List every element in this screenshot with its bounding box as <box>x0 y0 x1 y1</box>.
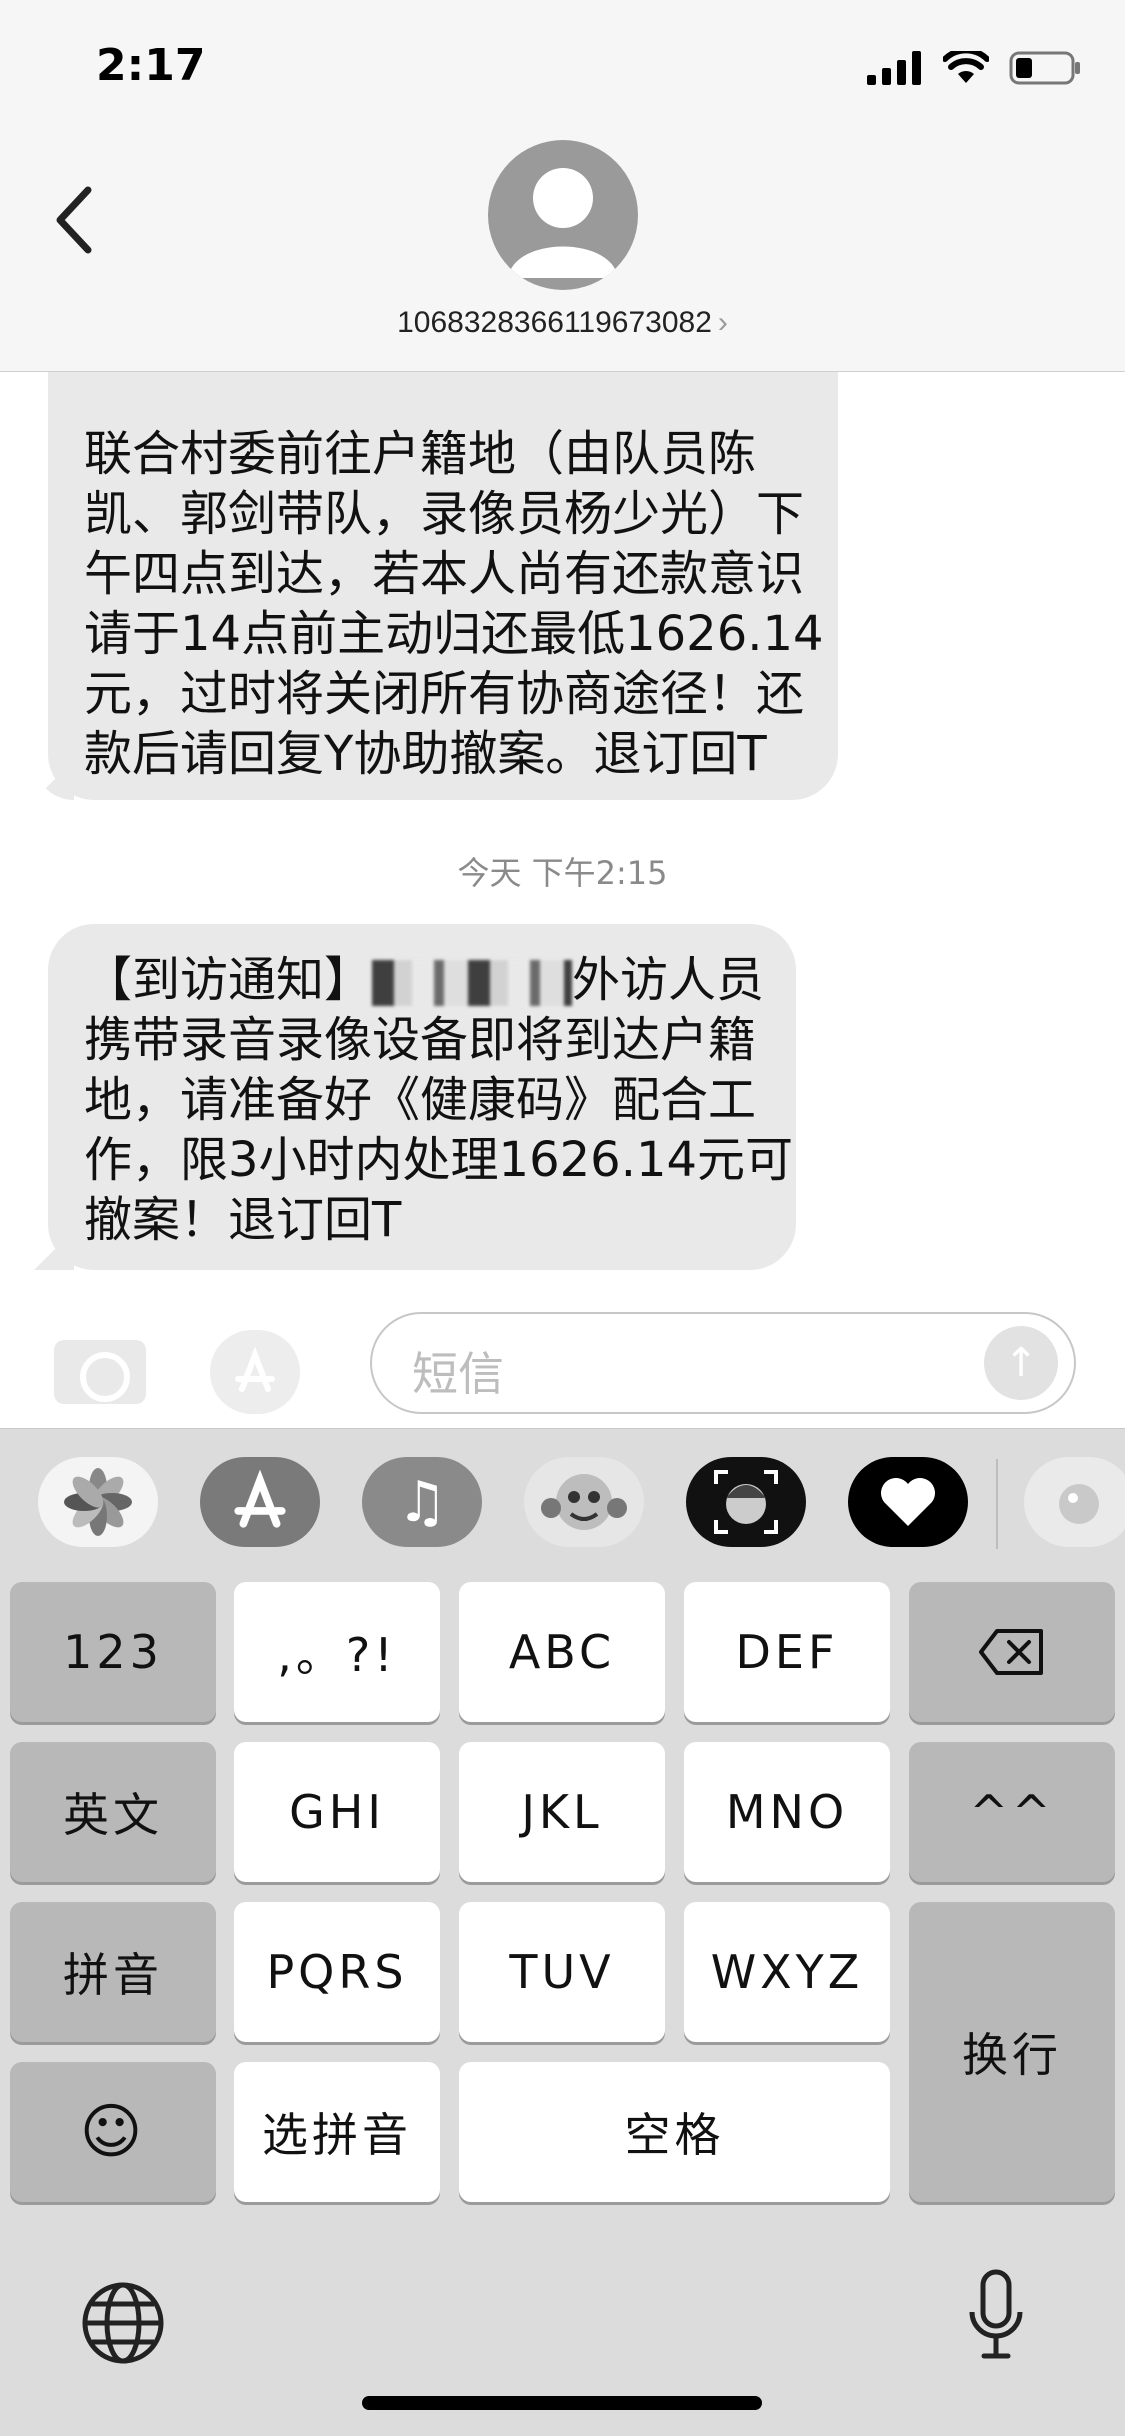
message-timestamp: 今天 下午2:15 <box>457 854 668 892</box>
status-bar: 2:17 <box>0 0 1125 140</box>
key-ghi[interactable]: GHI <box>234 1742 440 1882</box>
home-indicator[interactable] <box>362 2396 762 2410</box>
key-mno[interactable]: MNO <box>684 1742 890 1882</box>
keyboard: ♫ 123 ,。?! ABC DEF 英文 GHI JKL MNO ^^ 拼音 … <box>0 1428 1125 2436</box>
message-bubble[interactable]: 联合村委前往户籍地（由队员陈凯、郭剑带队，录像员杨少光）下午四点到达，若本人尚有… <box>48 300 838 800</box>
imessage-app-strip: ♫ <box>0 1428 1125 1578</box>
key-emoticon[interactable]: ^^ <box>909 1742 1115 1882</box>
chevron-left-icon[interactable] <box>44 180 104 260</box>
compose-bar: 短信 ↑ <box>0 1300 1125 1430</box>
status-time: 2:17 <box>96 40 206 91</box>
return-button[interactable]: 换行 <box>909 1902 1115 2202</box>
globe-icon[interactable] <box>80 2280 166 2366</box>
camera-icon[interactable] <box>54 1340 146 1404</box>
chevron-right-icon: › <box>717 306 728 339</box>
key-select-pinyin[interactable]: 选拼音 <box>234 2062 440 2202</box>
key-pqrs[interactable]: PQRS <box>234 1902 440 2042</box>
key-abc[interactable]: ABC <box>459 1582 665 1722</box>
wifi-icon <box>943 51 989 83</box>
battery-icon <box>1009 51 1080 85</box>
app-store-icon[interactable] <box>200 1457 320 1547</box>
key-def[interactable]: DEF <box>684 1582 890 1722</box>
space-bar[interactable]: 空格 <box>459 2062 890 2202</box>
message-prefix: 【到访通知】 <box>84 952 373 1008</box>
message-bubble[interactable]: 【到访通知】 外访人员携带录音录像设备即将到达户籍地，请准备好《健康码》配合工作，… <box>48 924 796 1270</box>
key-english[interactable]: 英文 <box>10 1742 216 1882</box>
message-input[interactable]: 短信 ↑ <box>370 1312 1076 1414</box>
message-input-placeholder: 短信 <box>412 1347 504 1401</box>
redacted-text <box>372 960 573 1006</box>
app-strip-divider <box>996 1459 998 1549</box>
person-icon[interactable] <box>488 140 638 290</box>
key-pinyin[interactable]: 拼音 <box>10 1902 216 2042</box>
key-wxyz[interactable]: WXYZ <box>684 1902 890 2042</box>
app-store-icon[interactable] <box>210 1330 300 1414</box>
key-jkl[interactable]: JKL <box>459 1742 665 1882</box>
arrow-up-icon[interactable]: ↑ <box>984 1326 1058 1400</box>
music-icon[interactable]: ♫ <box>362 1457 482 1547</box>
memoji-stickers-icon[interactable] <box>524 1457 644 1547</box>
memoji-icon[interactable] <box>686 1457 806 1547</box>
status-icons <box>867 50 1081 86</box>
contact-number-text: 1068328366119673082 <box>397 306 712 339</box>
microphone-icon[interactable] <box>966 2268 1026 2368</box>
message-text: 联合村委前往户籍地（由队员陈凯、郭剑带队，录像员杨少光）下午四点到达，若本人尚有… <box>84 426 824 782</box>
contact-number[interactable]: 1068328366119673082 › <box>0 306 1125 340</box>
delete-icon[interactable] <box>909 1582 1115 1722</box>
conversation-header: 1068328366119673082 › <box>0 140 1125 372</box>
uc-browser-icon[interactable] <box>1024 1457 1125 1547</box>
emoji-icon[interactable]: ☺ <box>10 2062 216 2202</box>
digital-touch-icon[interactable] <box>848 1457 968 1547</box>
cellular-signal-icon <box>867 51 921 85</box>
key-123[interactable]: 123 <box>10 1582 216 1722</box>
photos-app-icon[interactable] <box>38 1457 158 1547</box>
key-tuv[interactable]: TUV <box>459 1902 665 2042</box>
key-punctuation[interactable]: ,。?! <box>234 1582 440 1722</box>
